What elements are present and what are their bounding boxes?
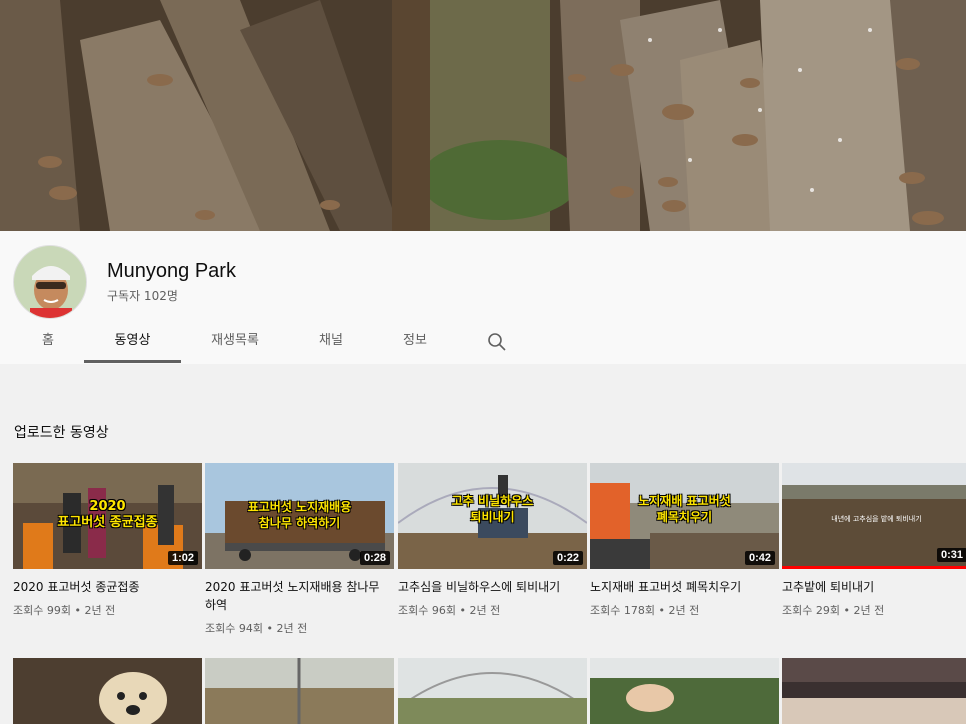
video-meta: 조회수 29회 • 2년 전	[782, 604, 885, 617]
video-thumbnail[interactable]	[590, 658, 779, 724]
channel-banner	[0, 0, 966, 231]
thumbnail-caption: 고추 비닐하우스 퇴비내기	[451, 494, 534, 524]
video-card[interactable]: 내년에 고추심을 밭에 퇴비내기 0:31 고추밭에 퇴비내기 조회수 29회 …	[782, 463, 966, 618]
video-thumbnail[interactable]	[398, 658, 587, 724]
video-card[interactable]: 2020 표고버섯 종균접종 1:02 2020 표고버섯 종균접종 조회수 99…	[13, 463, 202, 618]
video-card[interactable]: 고추 비닐하우스 퇴비내기 0:22 고추심을 비닐하우스에 퇴비내기 조회수 9…	[398, 463, 587, 618]
channel-header: Munyong Park 구독자 102명 홈 동영상 재생목록 채널 정보	[0, 231, 966, 364]
watch-progress-bar	[782, 566, 966, 569]
tab-about[interactable]: 정보	[390, 326, 440, 363]
video-thumbnail[interactable]: 내년에 고추심을 밭에 퇴비내기 0:31	[782, 463, 966, 569]
video-thumbnail[interactable]	[782, 658, 966, 724]
video-duration: 1:02	[167, 551, 198, 565]
videos-grid-section: 업로드한 동영상 2020 표고버섯 종균접종 1:02 2020 표고버섯 종균…	[0, 364, 966, 724]
video-thumbnail[interactable]	[205, 658, 394, 724]
video-thumbnail[interactable]: 고추 비닐하우스 퇴비내기 0:22	[398, 463, 587, 569]
video-meta: 조회수 94회 • 2년 전	[205, 622, 308, 635]
video-title[interactable]: 고추밭에 퇴비내기	[782, 578, 962, 596]
video-thumbnail[interactable]: 노지재배 표고버섯 폐목치우기 0:42	[590, 463, 779, 569]
tab-channels[interactable]: 채널	[306, 326, 356, 363]
video-card[interactable]: 표고버섯 노지재배용 참나무 하역하기 0:28 2020 표고버섯 노지재배용 …	[205, 463, 394, 636]
video-duration: 0:31	[936, 548, 966, 562]
video-thumbnail[interactable]: 표고버섯 노지재배용 참나무 하역하기 0:28	[205, 463, 394, 569]
subscriber-count: 구독자 102명	[107, 289, 178, 303]
channel-name: Munyong Park	[107, 260, 236, 282]
video-thumbnail[interactable]	[13, 658, 202, 724]
video-meta: 조회수 96회 • 2년 전	[398, 604, 501, 617]
video-thumbnail[interactable]: 2020 표고버섯 종균접종 1:02	[13, 463, 202, 569]
section-title: 업로드한 동영상	[14, 425, 109, 441]
video-card[interactable]: 노지재배 표고버섯 폐목치우기 0:42 노지재배 표고버섯 폐목치우기 조회수 …	[590, 463, 779, 618]
thumbnail-caption: 표고버섯 노지재배용 참나무 하역하기	[247, 500, 352, 530]
video-meta: 조회수 99회 • 2년 전	[13, 604, 116, 617]
active-tab-indicator	[84, 360, 181, 363]
video-title[interactable]: 2020 표고버섯 종균접종	[13, 578, 193, 596]
channel-tabs: 홈 동영상 재생목록 채널 정보	[0, 326, 966, 364]
channel-avatar[interactable]	[13, 245, 87, 319]
video-duration: 0:42	[744, 551, 775, 565]
video-title[interactable]: 고추심을 비닐하우스에 퇴비내기	[398, 578, 578, 596]
video-duration: 0:28	[359, 551, 390, 565]
thumbnail-caption: 2020 표고버섯 종균접종	[57, 499, 158, 530]
video-title[interactable]: 노지재배 표고버섯 폐목치우기	[590, 578, 770, 596]
search-icon[interactable]	[487, 332, 507, 352]
video-title[interactable]: 2020 표고버섯 노지재배용 참나무하역	[205, 578, 385, 614]
tab-videos[interactable]: 동영상	[84, 326, 181, 363]
tab-playlists[interactable]: 재생목록	[199, 326, 271, 363]
tab-home[interactable]: 홈	[30, 326, 66, 363]
video-meta: 조회수 178회 • 2년 전	[590, 604, 700, 617]
video-duration: 0:22	[552, 551, 583, 565]
thumbnail-caption: 노지재배 표고버섯 폐목치우기	[638, 494, 731, 524]
thumbnail-caption: 내년에 고추심을 밭에 퇴비내기	[831, 515, 922, 523]
